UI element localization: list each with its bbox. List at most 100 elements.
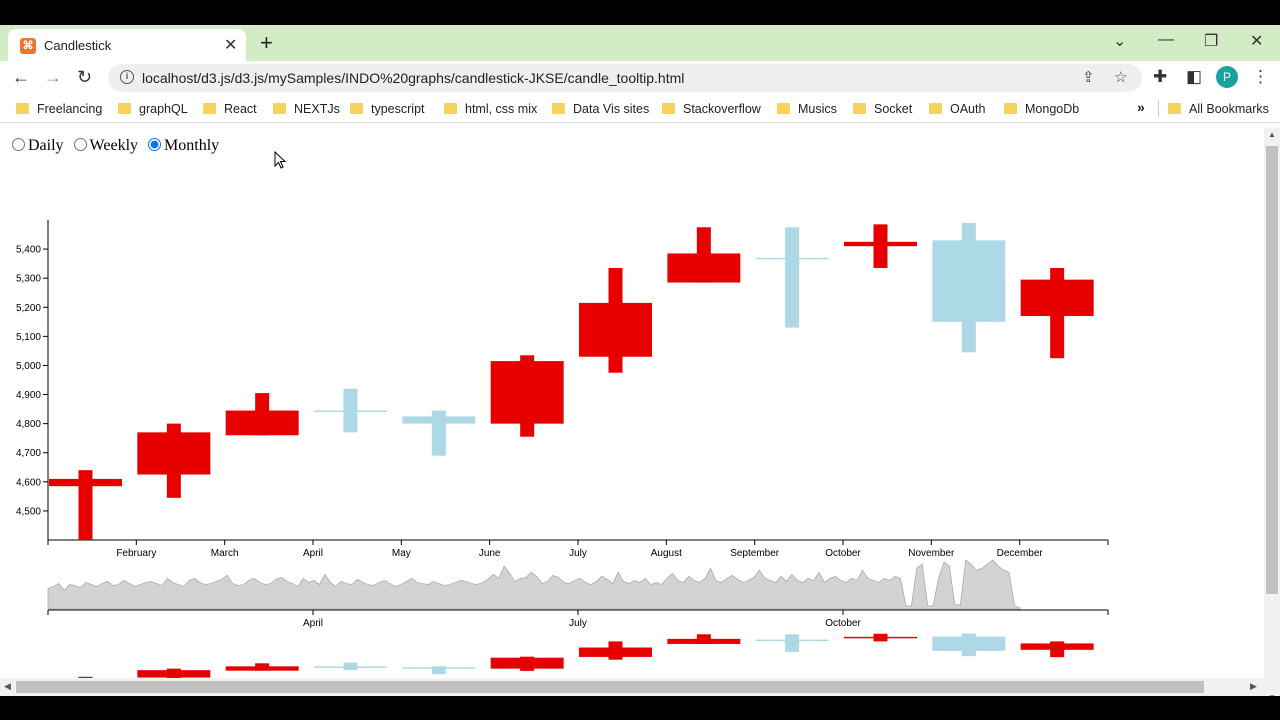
candle-body (49, 478, 122, 487)
share-icon[interactable]: ⇪ (1082, 68, 1095, 86)
scroll-up-icon[interactable]: ▲ (1268, 130, 1276, 139)
vertical-scrollbar[interactable]: ▲ ▼ (1264, 128, 1280, 696)
mini-candle-wick (785, 634, 800, 652)
bookmark-stackoverflow[interactable]: Stackoverflow (662, 102, 761, 118)
mini-candle-body (314, 666, 387, 668)
x-tick-label: July (569, 548, 587, 559)
window-close-icon[interactable]: ✕ (1250, 31, 1263, 51)
candle-body (490, 361, 564, 424)
mini-candle-body (1020, 643, 1094, 650)
candle-body (1020, 279, 1094, 316)
y-tick-label: 5,300 (16, 274, 41, 285)
browser-toolbar: ← → ↻ i localhost/d3.js/d3.js/mySamples/… (0, 61, 1280, 95)
candle-body (932, 240, 1006, 322)
bookmark-all-bookmarks[interactable]: All Bookmarks (1168, 102, 1269, 118)
menu-icon[interactable]: ⋮ (1252, 67, 1269, 87)
star-icon[interactable]: ☆ (1114, 68, 1127, 86)
bookmark-html-css-mix[interactable]: html, css mix (444, 102, 537, 118)
address-bar[interactable]: i localhost/d3.js/d3.js/mySamples/INDO%2… (108, 64, 1142, 92)
bookmarks-overflow-icon[interactable]: » (1137, 99, 1145, 115)
candle-body (667, 253, 741, 283)
y-tick-label: 4,600 (16, 477, 41, 488)
bookmark-react[interactable]: React (203, 102, 257, 118)
x-tick-label: April (303, 548, 323, 559)
folder-icon (203, 103, 216, 114)
forward-icon[interactable]: → (44, 67, 62, 88)
candlestick-chart[interactable]: 4,500 4,600 4,700 4,800 4,900 5,000 5,100 5,200… (0, 128, 1264, 678)
mini-candle-body (225, 666, 299, 671)
x-tick-label: September (730, 548, 780, 559)
reload-icon[interactable]: ↻ (77, 67, 92, 88)
info-icon[interactable]: i (120, 70, 134, 84)
bookmark-nextjs[interactable]: NEXTJs (273, 102, 340, 118)
bookmark-oauth[interactable]: OAuth (929, 102, 985, 118)
x-tick-label: February (116, 548, 156, 559)
extensions-icon[interactable]: ✚ (1153, 67, 1167, 87)
folder-icon (552, 103, 565, 114)
bookmark-typescript[interactable]: typescript (350, 102, 425, 118)
bookmark-musics[interactable]: Musics (777, 102, 837, 118)
candle-body (225, 410, 299, 436)
folder-icon (350, 103, 363, 114)
folder-icon (1004, 103, 1017, 114)
restore-icon[interactable]: ❐ (1204, 31, 1218, 51)
folder-icon (777, 103, 790, 114)
mini-candle-body (932, 636, 1006, 651)
url-text[interactable]: localhost/d3.js/d3.js/mySamples/INDO%20g… (142, 70, 684, 86)
bookmark-freelancing[interactable]: Freelancing (16, 102, 102, 118)
avatar[interactable]: P (1216, 66, 1238, 88)
folder-icon (16, 103, 29, 114)
x-tick-label: November (908, 548, 955, 559)
folder-icon (444, 103, 457, 114)
scroll-left-icon[interactable]: ◀ (4, 681, 11, 692)
horizontal-scrollbar[interactable]: ◀ ▶ (0, 678, 1264, 696)
candle-body (844, 241, 917, 247)
mini-candle-body (579, 647, 652, 657)
bookmark-socket[interactable]: Socket (853, 102, 912, 118)
y-tick-label: 4,800 (16, 419, 41, 430)
bookmark-mongodb[interactable]: MongoDb (1004, 102, 1079, 118)
bookmark-data-vis-sites[interactable]: Data Vis sites (552, 102, 649, 118)
x-tick-label: May (392, 548, 411, 559)
browser-window: ⌘ Candlestick ✕ + ⌄ — ❐ ✕ ← → ↻ i localh… (0, 25, 1280, 696)
new-tab-icon[interactable]: + (260, 30, 273, 56)
candle-body (755, 257, 829, 260)
mini-candle-body (755, 639, 829, 642)
brush-x-tick-label: October (825, 618, 861, 629)
y-tick-label: 4,900 (16, 390, 41, 401)
y-tick-label: 5,100 (16, 332, 41, 343)
side-panel-icon[interactable]: ◧ (1186, 67, 1202, 87)
tab-strip: ⌘ Candlestick ✕ + ⌄ — ❐ ✕ (0, 25, 1280, 61)
tab-candlestick[interactable]: ⌘ Candlestick ✕ (8, 29, 246, 61)
x-tick-label: December (997, 548, 1044, 559)
y-tick-label: 5,400 (16, 245, 41, 256)
bookmarks-bar: Freelancing graphQL React NEXTJs typescr… (0, 95, 1280, 123)
y-tick-label: 4,700 (16, 448, 41, 459)
folder-icon (1168, 103, 1181, 114)
folder-icon (662, 103, 675, 114)
folder-icon (929, 103, 942, 114)
y-tick-label: 5,000 (16, 361, 41, 372)
bookmark-graphql[interactable]: graphQL (118, 102, 188, 118)
candle-body (579, 302, 652, 357)
mini-candle-body (490, 657, 564, 669)
folder-icon (853, 103, 866, 114)
mini-candle-body (137, 670, 211, 678)
back-icon[interactable]: ← (12, 67, 30, 88)
x-tick-label: August (651, 548, 682, 559)
tab-search-icon[interactable]: ⌄ (1113, 31, 1126, 51)
minimize-icon[interactable]: — (1158, 31, 1174, 49)
close-icon[interactable]: ✕ (224, 35, 237, 55)
xampp-icon: ⌘ (20, 38, 36, 54)
x-tick-label: March (211, 548, 239, 559)
horizontal-scroll-thumb[interactable] (16, 681, 1204, 693)
scroll-right-icon[interactable]: ▶ (1250, 681, 1257, 692)
x-tick-label: October (825, 548, 861, 559)
bookmarks-divider (1158, 101, 1159, 117)
scroll-down-icon[interactable]: ▼ (1268, 693, 1276, 696)
candle-body (314, 410, 387, 413)
x-tick-label: June (479, 548, 501, 559)
volume-area (47, 559, 1021, 610)
vertical-scroll-thumb[interactable] (1266, 146, 1278, 594)
candle-wick (785, 227, 800, 328)
